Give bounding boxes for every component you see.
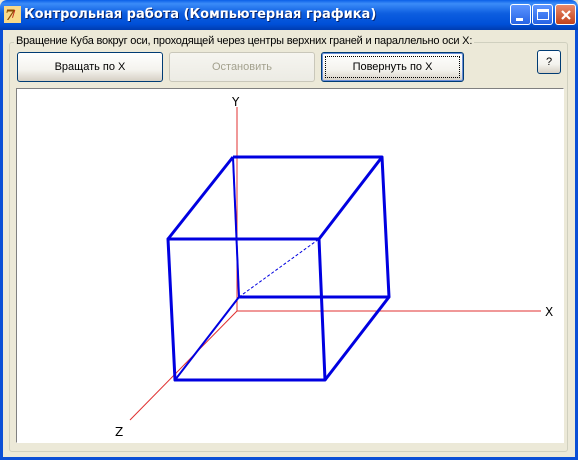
cube-edge (166, 156, 235, 240)
y-axis-label: Y (231, 95, 240, 109)
x-axis-label: X (545, 305, 553, 319)
drawing-canvas[interactable]: Y X Z (16, 88, 564, 443)
cube-hidden-edge (238, 238, 320, 298)
cube-edge (232, 156, 240, 298)
cube-edge (317, 156, 384, 240)
z-axis (129, 310, 238, 421)
z-axis-label: Z (115, 425, 123, 439)
cube-edge (323, 296, 391, 381)
cube-scene: Y X Z (115, 95, 553, 439)
cube-edge (174, 296, 240, 381)
